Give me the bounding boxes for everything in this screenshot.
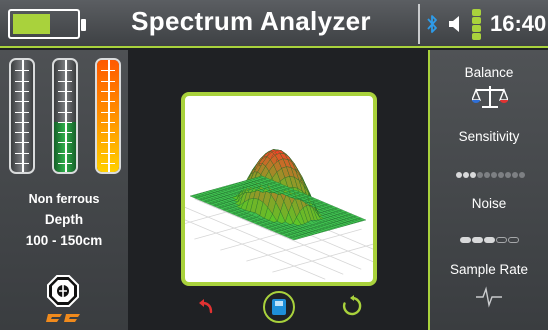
waveform-icon[interactable] xyxy=(476,286,502,308)
clock: 16:40 xyxy=(490,11,547,36)
sensitivity-dot xyxy=(519,172,525,178)
noise-indicator[interactable] xyxy=(460,230,520,248)
sensitivity-dot xyxy=(463,172,469,178)
noise-bar xyxy=(472,237,483,243)
status-area: 16:40 xyxy=(418,4,548,44)
brand-wordmark-logo xyxy=(46,314,80,322)
noise-bar xyxy=(484,237,495,243)
target-type: Non ferrous xyxy=(28,192,100,206)
sensitivity-dot xyxy=(484,172,490,178)
signal-strength-icon xyxy=(472,9,481,40)
sensitivity-label: Sensitivity xyxy=(458,129,520,144)
depth-value: 100 - 150cm xyxy=(25,233,103,248)
sensitivity-dot xyxy=(470,172,476,178)
divider xyxy=(418,4,420,44)
spectrum-graph-frame xyxy=(158,92,398,286)
brand-logo xyxy=(47,275,79,307)
sensitivity-dot xyxy=(498,172,504,178)
sensitivity-dot xyxy=(505,172,511,178)
save-button[interactable] xyxy=(263,291,295,323)
sensitivity-indicator[interactable] xyxy=(456,165,526,183)
sample-rate-label: Sample Rate xyxy=(449,262,529,277)
bluetooth-icon[interactable] xyxy=(426,12,438,36)
main-view xyxy=(130,50,426,330)
scales-icon[interactable] xyxy=(472,84,508,110)
depth-label: Depth xyxy=(44,212,84,227)
noise-bar xyxy=(460,237,471,243)
meter-2 xyxy=(52,58,78,174)
left-panel: Non ferrous Depth 100 - 150cm xyxy=(0,50,128,330)
save-disk-icon xyxy=(272,299,286,315)
top-bar: Spectrum Analyzer 16:40 xyxy=(0,0,548,48)
page-title: Spectrum Analyzer xyxy=(131,6,371,36)
refresh-icon[interactable] xyxy=(341,295,363,317)
sensitivity-dot xyxy=(512,172,518,178)
noise-bar xyxy=(508,237,519,243)
right-panel: Balance Sensitivity Noise Sample Rate xyxy=(428,50,548,330)
undo-arrow-icon[interactable] xyxy=(195,296,215,316)
battery-fill xyxy=(13,14,51,34)
battery-indicator xyxy=(8,9,86,39)
noise-label: Noise xyxy=(471,196,507,211)
meter-3 xyxy=(95,58,121,174)
sensitivity-dot xyxy=(456,172,462,178)
meter-1 xyxy=(9,58,35,174)
balance-label: Balance xyxy=(464,65,514,80)
speaker-icon[interactable] xyxy=(446,14,466,34)
sensitivity-dot xyxy=(477,172,483,178)
spectrum-3d-surface xyxy=(158,149,398,280)
noise-bar xyxy=(496,237,507,243)
sensitivity-dot xyxy=(491,172,497,178)
